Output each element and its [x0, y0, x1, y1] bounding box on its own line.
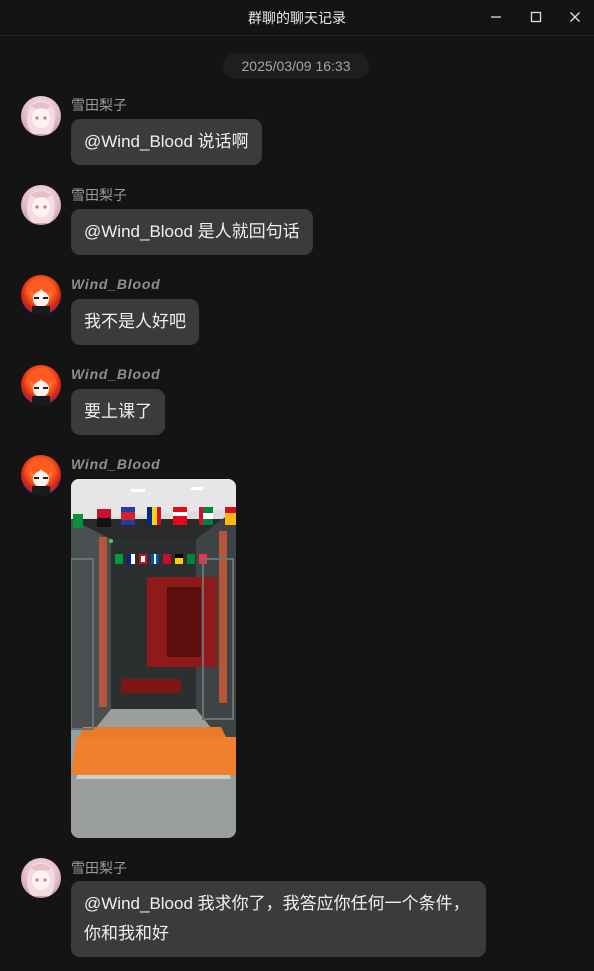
- sender-name: Wind_Blood: [71, 276, 161, 292]
- sender-name: 雪田梨子: [71, 97, 127, 113]
- avatar-art: [27, 862, 55, 896]
- maximize-icon: [530, 11, 542, 23]
- message-bubble[interactable]: 我不是人好吧: [71, 299, 199, 345]
- maximize-button[interactable]: [522, 6, 550, 28]
- red-haired-character-avatar[interactable]: [21, 365, 61, 405]
- sender-name: Wind_Blood: [71, 456, 161, 472]
- close-icon: [570, 12, 580, 22]
- avatar-art: [25, 279, 57, 315]
- message-bubble[interactable]: 要上课了: [71, 389, 165, 435]
- sender-name: Wind_Blood: [71, 366, 161, 382]
- photo-image: [71, 479, 236, 838]
- red-haired-character-avatar[interactable]: [21, 455, 61, 495]
- avatar-art: [25, 369, 57, 405]
- avatar-art: [27, 189, 55, 223]
- message-bubble[interactable]: @Wind_Blood 我求你了，我答应你任何一个条件，你和我和好: [71, 881, 486, 957]
- chat-history-window: 群聊的聊天记录 2025/03/09 16:33 雪田梨子 @Wind_Bloo…: [0, 0, 594, 971]
- red-haired-character-avatar[interactable]: [21, 275, 61, 315]
- hallway-with-international-flags-photo[interactable]: [71, 479, 236, 838]
- avatar-art: [25, 459, 57, 495]
- pink-haired-girl-avatar[interactable]: [21, 858, 61, 898]
- avatar-art: [27, 100, 55, 134]
- minimize-icon: [491, 16, 501, 18]
- close-button[interactable]: [561, 6, 589, 28]
- message-bubble[interactable]: @Wind_Blood 是人就回句话: [71, 209, 313, 255]
- message-bubble[interactable]: @Wind_Blood 说话啊: [71, 119, 262, 165]
- sender-name: 雪田梨子: [71, 860, 127, 876]
- pink-haired-girl-avatar[interactable]: [21, 96, 61, 136]
- sender-name: 雪田梨子: [71, 187, 127, 203]
- message-timestamp: 2025/03/09 16:33: [223, 53, 369, 79]
- minimize-button[interactable]: [482, 6, 510, 28]
- title-bar: 群聊的聊天记录: [0, 0, 594, 36]
- pink-haired-girl-avatar[interactable]: [21, 185, 61, 225]
